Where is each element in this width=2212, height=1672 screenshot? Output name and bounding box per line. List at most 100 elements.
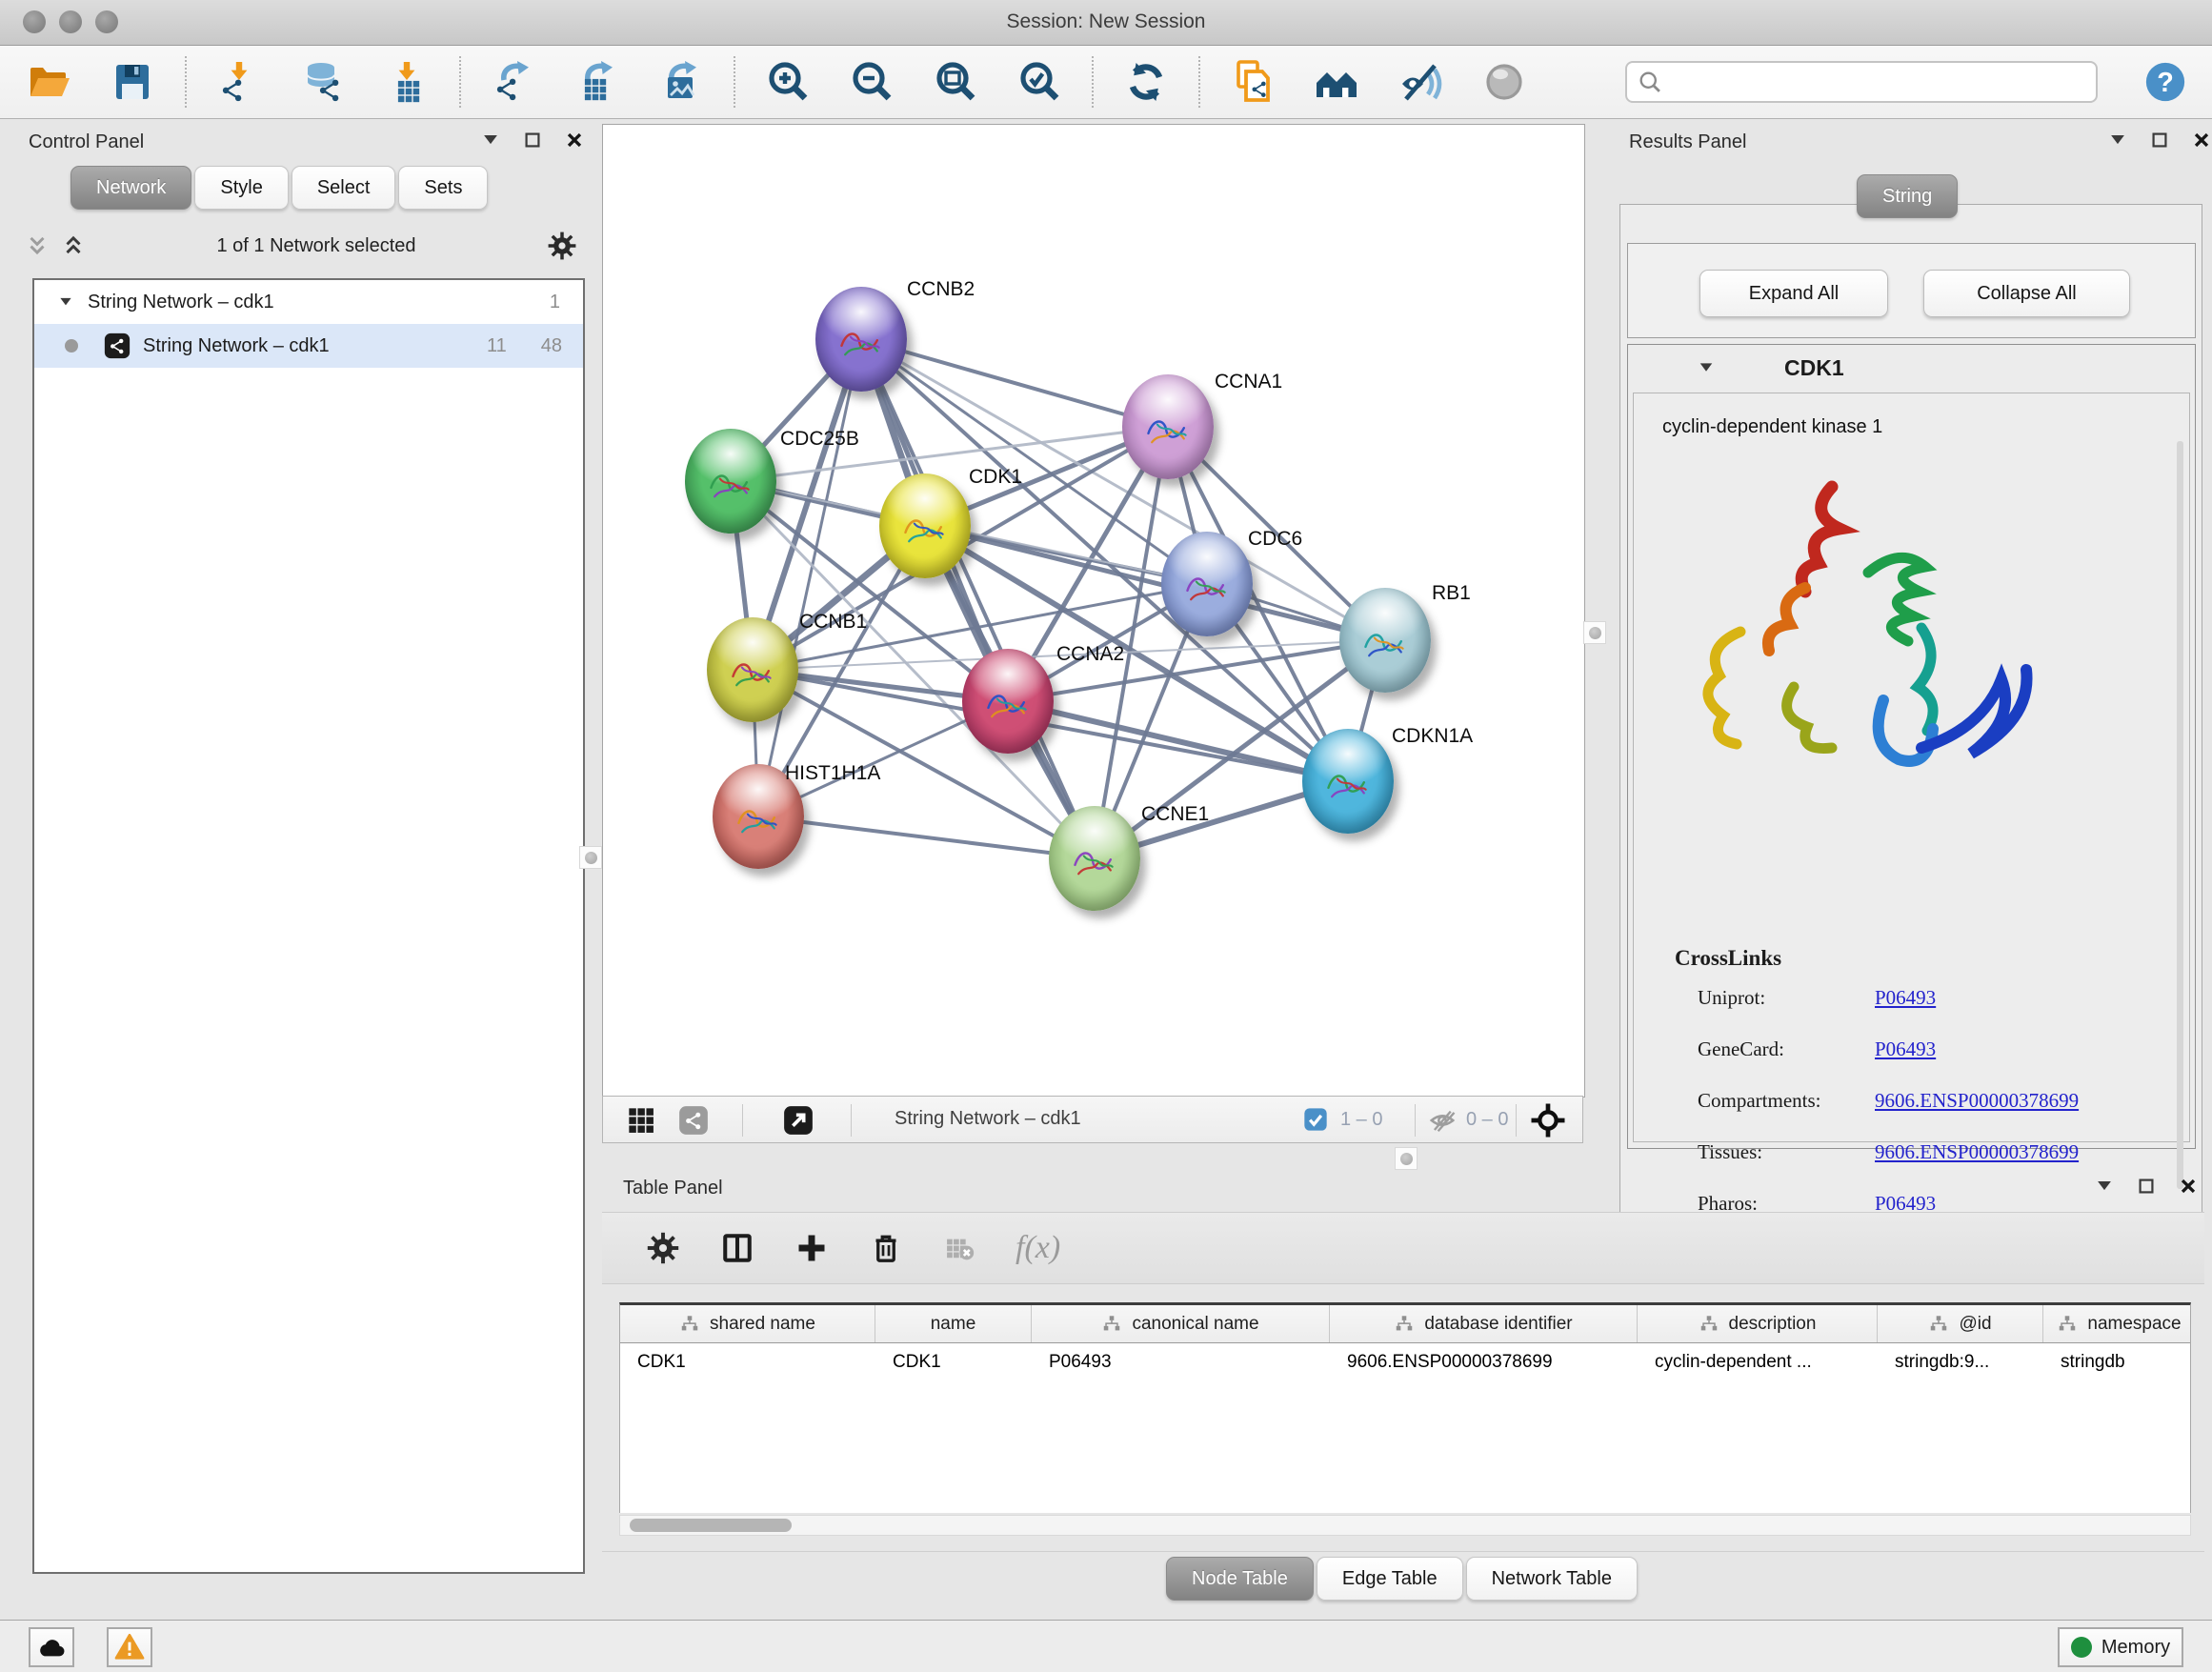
panel-float-icon[interactable] bbox=[522, 130, 543, 151]
selected-checkbox-icon[interactable] bbox=[1302, 1106, 1329, 1133]
zoom-out-icon[interactable] bbox=[848, 58, 895, 106]
tab-style[interactable]: Style bbox=[194, 166, 288, 210]
column-header-sharedname[interactable]: shared name bbox=[620, 1305, 875, 1342]
hide-panels-icon[interactable] bbox=[1397, 58, 1444, 106]
panel-float-icon[interactable] bbox=[2136, 1176, 2157, 1197]
column-header-namespace[interactable]: namespace bbox=[2043, 1305, 2191, 1342]
gene-description: cyclin-dependent kinase 1 bbox=[1662, 416, 1882, 438]
column-label: namespace bbox=[2087, 1314, 2181, 1335]
table-row[interactable]: CDK1CDK1P064939606.ENSP00000378699cyclin… bbox=[620, 1343, 2190, 1381]
panel-close-icon[interactable] bbox=[2191, 130, 2212, 151]
table-options-gear-icon[interactable] bbox=[646, 1231, 680, 1265]
zoom-in-icon[interactable] bbox=[764, 58, 812, 106]
shared-column-icon bbox=[2057, 1314, 2078, 1335]
column-header-id[interactable]: @id bbox=[1878, 1305, 2043, 1342]
graph-node-ccnb2[interactable] bbox=[815, 287, 907, 392]
presentation-eye-icon[interactable] bbox=[1480, 58, 1528, 106]
splitter-handle-right[interactable] bbox=[1583, 621, 1606, 644]
table-cell: 9606.ENSP00000378699 bbox=[1330, 1343, 1638, 1381]
graph-node-cdc6[interactable] bbox=[1161, 532, 1253, 636]
search-input[interactable] bbox=[1663, 64, 2086, 100]
graph-node-ccne1[interactable] bbox=[1049, 806, 1140, 911]
svg-text:?: ? bbox=[2157, 68, 2174, 98]
tab-edge-table[interactable]: Edge Table bbox=[1317, 1557, 1463, 1601]
network-canvas[interactable]: CCNB2 CCNA1 CDC25B CDK1 CDC6 RB1 CCNB1 C… bbox=[602, 124, 1585, 1098]
network-edges[interactable] bbox=[603, 125, 1584, 1097]
open-session-icon[interactable] bbox=[25, 58, 72, 106]
import-table-icon[interactable] bbox=[383, 58, 431, 106]
graph-node-cdk1[interactable] bbox=[879, 473, 971, 578]
import-network-icon[interactable] bbox=[215, 58, 263, 106]
column-header-databaseidentifier[interactable]: database identifier bbox=[1330, 1305, 1638, 1342]
birds-eye-view-icon[interactable] bbox=[626, 1105, 656, 1136]
graph-node-rb1[interactable] bbox=[1339, 588, 1431, 693]
export-table-icon[interactable] bbox=[573, 58, 621, 106]
tab-select[interactable]: Select bbox=[292, 166, 396, 210]
graph-node-ccnb1[interactable] bbox=[707, 617, 798, 722]
tab-network[interactable]: Network bbox=[70, 166, 191, 210]
share-document-icon[interactable] bbox=[1229, 58, 1277, 106]
string-home-icon[interactable] bbox=[1313, 58, 1360, 106]
collection-expand-icon[interactable] bbox=[57, 293, 74, 311]
panel-close-icon[interactable] bbox=[2178, 1176, 2199, 1197]
export-image-icon[interactable] bbox=[657, 58, 705, 106]
crosslink-value-link[interactable]: 9606.ENSP00000378699 bbox=[1875, 1089, 2079, 1121]
column-header-name[interactable]: name bbox=[875, 1305, 1032, 1342]
crosslink-row: Tissues:9606.ENSP00000378699 bbox=[1698, 1140, 2174, 1173]
expand-all-button[interactable]: Expand All bbox=[1699, 270, 1888, 317]
graph-node-label-ccna1: CCNA1 bbox=[1215, 371, 1282, 393]
gene-collapse-icon[interactable] bbox=[1697, 358, 1716, 377]
collapse-all-button[interactable]: Collapse All bbox=[1923, 270, 2130, 317]
search-box[interactable] bbox=[1625, 61, 2098, 103]
network-edge-count: 48 bbox=[541, 335, 562, 357]
network-collection-row[interactable]: String Network – cdk1 1 bbox=[34, 280, 583, 324]
help-button[interactable]: ? bbox=[2143, 60, 2187, 104]
column-label: shared name bbox=[710, 1314, 815, 1335]
crosslink-value-link[interactable]: 9606.ENSP00000378699 bbox=[1875, 1140, 2079, 1173]
panel-menu-icon[interactable] bbox=[480, 130, 501, 151]
tab-node-table[interactable]: Node Table bbox=[1166, 1557, 1314, 1601]
add-column-icon[interactable] bbox=[794, 1231, 829, 1265]
cloud-status-button[interactable] bbox=[29, 1627, 74, 1667]
refresh-view-icon[interactable] bbox=[1122, 58, 1170, 106]
panel-menu-icon[interactable] bbox=[2107, 130, 2128, 151]
tab-string[interactable]: String bbox=[1857, 174, 1958, 218]
collapse-all-networks-icon[interactable] bbox=[25, 233, 50, 258]
network-options-gear-icon[interactable] bbox=[547, 231, 577, 261]
gene-details: cyclin-dependent kinase 1 CrossLinks Uni bbox=[1633, 393, 2190, 1142]
tab-sets[interactable]: Sets bbox=[398, 166, 488, 210]
panel-close-icon[interactable] bbox=[564, 130, 585, 151]
hidden-eye-icon[interactable] bbox=[1428, 1106, 1457, 1135]
graph-node-cdc25b[interactable] bbox=[685, 429, 776, 534]
graph-node-cdkn1a[interactable] bbox=[1302, 729, 1394, 834]
import-network-database-icon[interactable] bbox=[299, 58, 347, 106]
tab-network-table[interactable]: Network Table bbox=[1466, 1557, 1638, 1601]
column-header-canonicalname[interactable]: canonical name bbox=[1032, 1305, 1330, 1342]
zoom-selected-icon[interactable] bbox=[1016, 58, 1063, 106]
crosslink-value-link[interactable]: P06493 bbox=[1875, 986, 1936, 1018]
fit-content-crosshair-icon[interactable] bbox=[1529, 1101, 1567, 1139]
zoom-fit-icon[interactable] bbox=[932, 58, 979, 106]
scrollbar-thumb[interactable] bbox=[630, 1519, 792, 1532]
warnings-button[interactable] bbox=[107, 1627, 152, 1667]
panel-float-icon[interactable] bbox=[2149, 130, 2170, 151]
table-panel: Table Panel f(x) shared namenamecanonica… bbox=[602, 1170, 2204, 1620]
delete-column-icon[interactable] bbox=[869, 1231, 903, 1265]
column-header-description[interactable]: description bbox=[1638, 1305, 1878, 1342]
expand-all-networks-icon[interactable] bbox=[61, 233, 86, 258]
splitter-handle-left[interactable] bbox=[579, 846, 602, 869]
network-row-selected[interactable]: String Network – cdk1 11 48 bbox=[34, 324, 583, 368]
memory-button[interactable]: Memory bbox=[2058, 1627, 2183, 1667]
graph-node-ccna1[interactable] bbox=[1122, 374, 1214, 479]
save-session-icon[interactable] bbox=[109, 58, 156, 106]
results-scrollbar[interactable] bbox=[2177, 441, 2183, 1189]
crosslink-label: Uniprot: bbox=[1698, 986, 1875, 1018]
panel-menu-icon[interactable] bbox=[2094, 1176, 2115, 1197]
crosslink-value-link[interactable]: P06493 bbox=[1875, 1037, 1936, 1070]
open-in-window-icon[interactable] bbox=[782, 1104, 814, 1137]
export-network-icon[interactable] bbox=[490, 58, 537, 106]
table-cell: CDK1 bbox=[875, 1343, 1032, 1381]
graph-node-ccna2[interactable] bbox=[962, 649, 1054, 754]
show-columns-icon[interactable] bbox=[720, 1231, 754, 1265]
splitter-handle-bottom[interactable] bbox=[1395, 1147, 1418, 1170]
